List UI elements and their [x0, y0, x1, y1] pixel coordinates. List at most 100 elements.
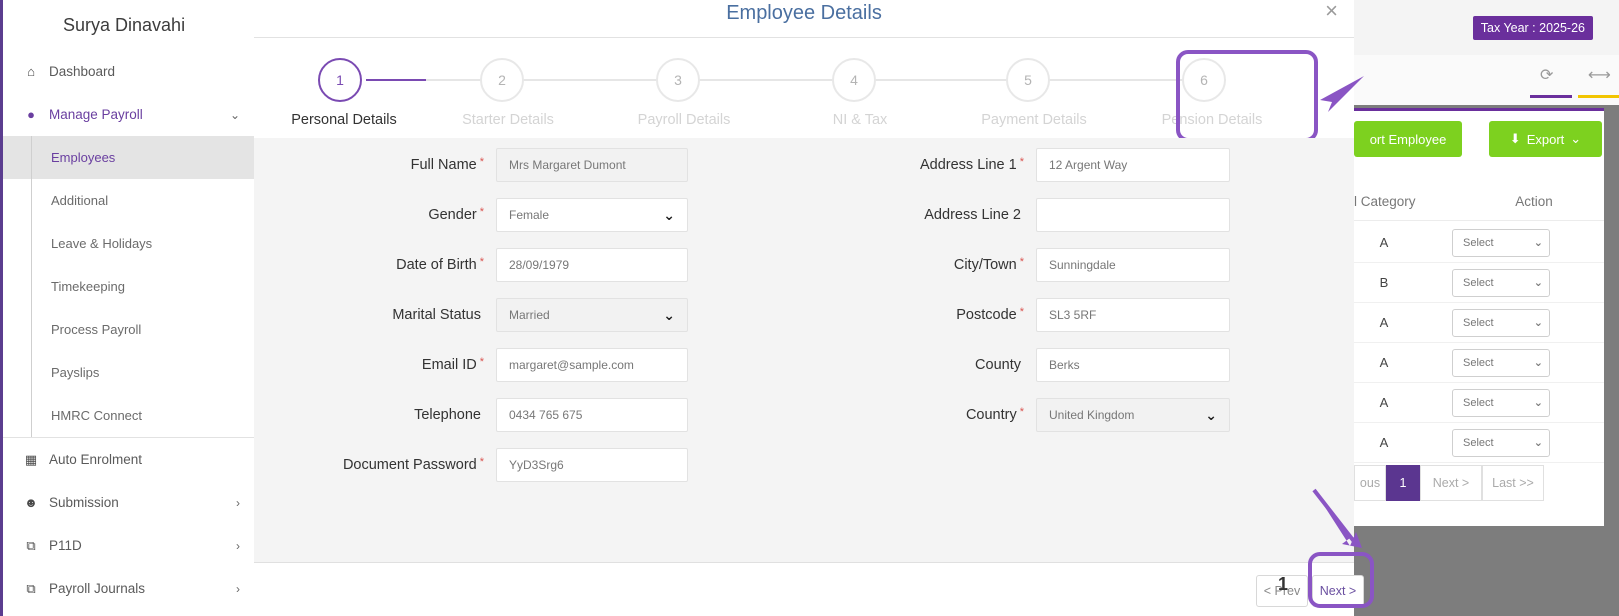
sidebar-item-manage-payroll[interactable]: ● Manage Payroll ⌄	[3, 93, 254, 136]
sidebar-subitem-payslips[interactable]: Payslips	[3, 351, 254, 394]
action-select[interactable]: Select ⌄	[1452, 228, 1550, 257]
sidebar-subitem-hmrc-connect[interactable]: HMRC Connect	[3, 394, 254, 437]
address-line-2-field[interactable]	[1036, 198, 1230, 232]
action-select[interactable]: Select ⌄	[1452, 268, 1550, 297]
step-4-label: NI & Tax	[832, 112, 888, 128]
marital-status-select[interactable]: Married ⌄	[496, 298, 688, 332]
users-icon: ☻	[24, 495, 38, 510]
step-3-label: Payroll Details	[637, 112, 731, 128]
step-4-circle[interactable]: 4	[832, 58, 876, 102]
sidebar-item-payroll-journals[interactable]: ⧉ Payroll Journals ›	[3, 567, 254, 610]
sidebar-item-label: P11D	[49, 538, 82, 553]
form-row-address-line-2: Address Line 2	[824, 198, 1230, 232]
field-value: 0434 765 675	[509, 408, 583, 422]
sidebar-item-dashboard[interactable]: ⌂ Dashboard	[3, 50, 254, 93]
sidebar-item-auto-enrolment[interactable]: ▦ Auto Enrolment	[3, 438, 254, 481]
pointer-arrow-icon	[1320, 76, 1364, 112]
step-2-circle[interactable]: 2	[480, 58, 524, 102]
accent-bar-purple	[1530, 95, 1572, 98]
postcode-field[interactable]: SL3 5RF	[1036, 298, 1230, 332]
action-select[interactable]: Select ⌄	[1452, 428, 1550, 457]
label-text: County	[975, 357, 1021, 373]
field-label: Document Password *	[284, 456, 484, 473]
action-select[interactable]: Select ⌄	[1452, 308, 1550, 337]
select-value: Select	[1463, 356, 1494, 369]
employee-details-modal: Employee Details × 1 2 3 4 5 6 Personal …	[254, 0, 1374, 616]
sidebar-subitem-employees[interactable]: Employees	[3, 136, 254, 179]
toolbar: ⟳ ⟷	[1354, 55, 1619, 105]
accent-bar-yellow	[1578, 95, 1619, 98]
label-text: Date of Birth	[396, 257, 477, 273]
refresh-icon[interactable]: ⟳	[1540, 65, 1553, 85]
step-2-label: Starter Details	[462, 112, 554, 128]
close-icon[interactable]: ×	[1325, 0, 1338, 24]
date-of-birth-field[interactable]: 28/09/1979	[496, 248, 688, 282]
employees-card: ort Employee ⬇ Export ⌄ l Category Actio…	[1354, 108, 1604, 526]
category-cell: A	[1379, 235, 1389, 250]
field-label: Email ID *	[284, 356, 484, 373]
required-marker: *	[479, 156, 484, 168]
country-select[interactable]: United Kingdom ⌄	[1036, 398, 1230, 432]
field-label: City/Town *	[824, 256, 1024, 273]
label-text: Address Line 2	[924, 207, 1021, 223]
step-marker-number: 1	[1278, 574, 1289, 594]
label-text: Marital Status	[392, 307, 481, 323]
required-marker: *	[479, 206, 484, 218]
employee-list-panel: Tax Year : 2025-26 ⟳ ⟷ ort Employee ⬇ Ex…	[1354, 0, 1619, 616]
resize-icon[interactable]: ⟷	[1588, 65, 1611, 85]
table-row: A Select ⌄	[1354, 343, 1604, 383]
county-field[interactable]: Berks	[1036, 348, 1230, 382]
chevron-right-icon: ›	[236, 495, 240, 510]
table-row: A Select ⌄	[1354, 303, 1604, 343]
document-password-field[interactable]: YyD3Srg6	[496, 448, 688, 482]
sidebar-item-label: Submission	[49, 495, 119, 510]
pager-last[interactable]: Last >>	[1482, 465, 1544, 501]
sidebar-subitem-additional[interactable]: Additional	[3, 179, 254, 222]
label-text: Document Password	[342, 457, 477, 473]
copy-icon: ⧉	[26, 580, 36, 596]
label-text: Full Name	[410, 157, 477, 173]
pager-page-1[interactable]: 1	[1386, 465, 1420, 501]
form-row-country: Country * United Kingdom ⌄	[824, 398, 1230, 432]
modal-footer: < Prev Next >	[254, 562, 1364, 616]
chevron-down-icon: ⌄	[1570, 131, 1582, 146]
sidebar-item-p11d[interactable]: ⧉ P11D ›	[3, 524, 254, 567]
export-button[interactable]: ⬇ Export ⌄	[1489, 121, 1602, 157]
sidebar-subitem-leave-holidays[interactable]: Leave & Holidays	[3, 222, 254, 265]
step-1-circle[interactable]: 1	[318, 58, 362, 102]
sidebar-subitem-process-payroll[interactable]: Process Payroll	[3, 308, 254, 351]
table-row: A Select ⌄	[1354, 423, 1604, 463]
chevron-down-icon: ⌄	[663, 306, 675, 323]
field-value: United Kingdom	[1049, 408, 1135, 422]
sidebar-subitem-timekeeping[interactable]: Timekeeping	[3, 265, 254, 308]
form-row-city-town: City/Town * Sunningdale	[824, 248, 1230, 282]
action-select[interactable]: Select ⌄	[1452, 388, 1550, 417]
table-row: A Select ⌄	[1354, 383, 1604, 423]
chevron-down-icon: ⌄	[229, 107, 240, 122]
pager-next[interactable]: Next >	[1420, 465, 1482, 501]
form-row-gender: Gender * Female ⌄	[284, 198, 688, 232]
step-3-circle[interactable]: 3	[656, 58, 700, 102]
sidebar-item-label: Auto Enrolment	[49, 452, 143, 467]
user-icon: ●	[27, 107, 35, 122]
required-marker: *	[479, 456, 484, 468]
chevron-down-icon: ⌄	[1533, 357, 1543, 369]
chevron-down-icon: ⌄	[1533, 437, 1543, 449]
import-employee-button[interactable]: ort Employee	[1354, 121, 1462, 157]
address-line-1-field[interactable]: 12 Argent Way	[1036, 148, 1230, 182]
email-field[interactable]: margaret@sample.com	[496, 348, 688, 382]
label-text: Postcode	[956, 307, 1017, 323]
modal-title: Employee Details	[726, 2, 882, 24]
city-town-field[interactable]: Sunningdale	[1036, 248, 1230, 282]
modal-header: Employee Details ×	[254, 0, 1354, 38]
telephone-field[interactable]: 0434 765 675	[496, 398, 688, 432]
select-value: Select	[1463, 236, 1494, 249]
table-header: l Category Action	[1354, 183, 1604, 221]
gender-select[interactable]: Female ⌄	[496, 198, 688, 232]
action-select[interactable]: Select ⌄	[1452, 348, 1550, 377]
sidebar-item-submission[interactable]: ☻ Submission ›	[3, 481, 254, 524]
chevron-down-icon: ⌄	[1533, 397, 1543, 409]
full-name-field[interactable]: Mrs Margaret Dumont	[496, 148, 688, 182]
step-5-circle[interactable]: 5	[1006, 58, 1050, 102]
category-cell: A	[1379, 395, 1389, 410]
